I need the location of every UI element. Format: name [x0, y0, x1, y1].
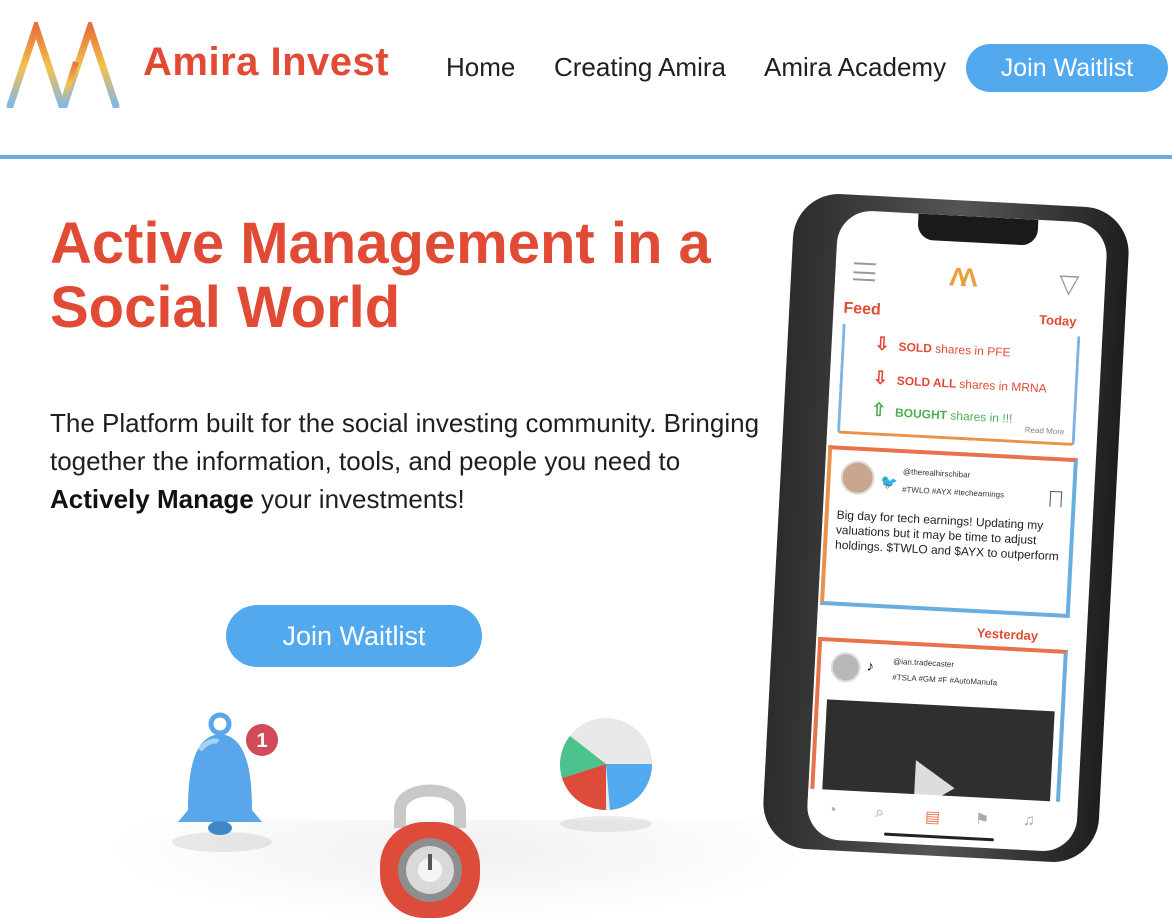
trade-detail: shares in PFE [934, 341, 1011, 360]
tiktok-icon: ♪ [866, 657, 875, 674]
post-card[interactable]: ♪ @ian.tradecaster #TSLA #GM #F #AutoMan… [809, 636, 1068, 822]
trade-action: SOLD [898, 339, 933, 356]
post-text: Big day for tech earnings! Updating my v… [834, 507, 1060, 564]
arrow-down-icon: ⇩ [874, 333, 891, 355]
trade-detail: shares in !!! [950, 408, 1013, 426]
amira-logo[interactable] [6, 22, 120, 108]
post-card[interactable]: 🐦 @therealhirschibar #TWLO #AYX #techear… [819, 445, 1078, 619]
hero-subtext-bold: Actively Manage [50, 484, 254, 514]
app-topbar: ΛΛ ▽ [844, 252, 1096, 305]
post-handle: @therealhirschibar [902, 467, 971, 480]
bookmark-icon[interactable] [1049, 490, 1063, 508]
bookmark-tab-icon[interactable]: ⚑ [974, 809, 989, 830]
trade-action: BOUGHT [894, 405, 948, 423]
yesterday-label: Yesterday [976, 625, 1039, 644]
trades-card[interactable]: ⇩ SOLD shares in PFE ⇩ SOLD ALL shares in … [836, 323, 1081, 447]
post-tags: #TSLA #GM #F #AutoManufa [892, 672, 998, 688]
site-header: Amira Invest Home Creating Amira Amira A… [0, 0, 1172, 156]
today-label: Today [1038, 312, 1077, 329]
hero-subtext-part2: your investments! [260, 484, 465, 514]
brand-name[interactable]: Amira Invest [143, 40, 389, 85]
post-handle: @ian.tradecaster [892, 656, 955, 670]
hero-join-waitlist-button[interactable]: Join Waitlist [226, 605, 482, 667]
nav-home[interactable]: Home [446, 52, 515, 83]
avatar [839, 459, 876, 496]
pie-chart-icon [560, 718, 653, 832]
search-tab-icon[interactable]: ⌕ [875, 804, 885, 822]
nav-creating-amira[interactable]: Creating Amira [554, 52, 726, 83]
arrow-up-icon: ⇧ [870, 399, 887, 421]
avatar [829, 651, 862, 684]
hero-subtext: The Platform built for the social invest… [50, 404, 770, 518]
bell-icon: 1 [172, 712, 278, 852]
arrow-down-icon: ⇩ [872, 367, 889, 389]
lock-icon [380, 784, 480, 918]
app-logo-icon: ΛΛ [948, 261, 973, 293]
bell-badge-count: 1 [256, 730, 267, 752]
filter-icon[interactable]: ▽ [1058, 268, 1087, 299]
nav-amira-academy[interactable]: Amira Academy [764, 52, 946, 83]
hero-subtext-part1: The Platform built for the social invest… [50, 408, 760, 476]
header-join-waitlist-button[interactable]: Join Waitlist [966, 44, 1168, 92]
read-more-link[interactable]: Read More [1025, 425, 1065, 436]
trade-detail: shares in MRNA [959, 376, 1047, 396]
phone-screen: ΛΛ ▽ Feed Today ⇩ SOLD shares in PFE ⇩ SOL… [805, 209, 1109, 853]
feed-tab-icon[interactable]: ▤ [924, 807, 941, 828]
post-tags: #TWLO #AYX #techearnings [901, 485, 1005, 500]
header-divider [0, 155, 1172, 159]
phone-mockup: ΛΛ ▽ Feed Today ⇩ SOLD shares in PFE ⇩ SOL… [761, 190, 1131, 890]
menu-icon[interactable] [852, 262, 876, 282]
portfolio-tab-icon[interactable]: ◔ [827, 802, 838, 820]
hero-headline: Active Management in a Social World [50, 211, 711, 340]
twitter-icon: 🐦 [880, 473, 899, 491]
trade-item: ⇧ BOUGHT shares in !!! [871, 399, 1013, 427]
trade-action: SOLD ALL [896, 373, 957, 391]
notification-tab-icon[interactable]: ♫ [1022, 812, 1036, 831]
trade-item: ⇩ SOLD shares in PFE [874, 333, 1011, 361]
phone-notch [917, 213, 1039, 246]
feed-label: Feed [843, 299, 882, 319]
trade-item: ⇩ SOLD ALL shares in MRNA [872, 367, 1047, 397]
